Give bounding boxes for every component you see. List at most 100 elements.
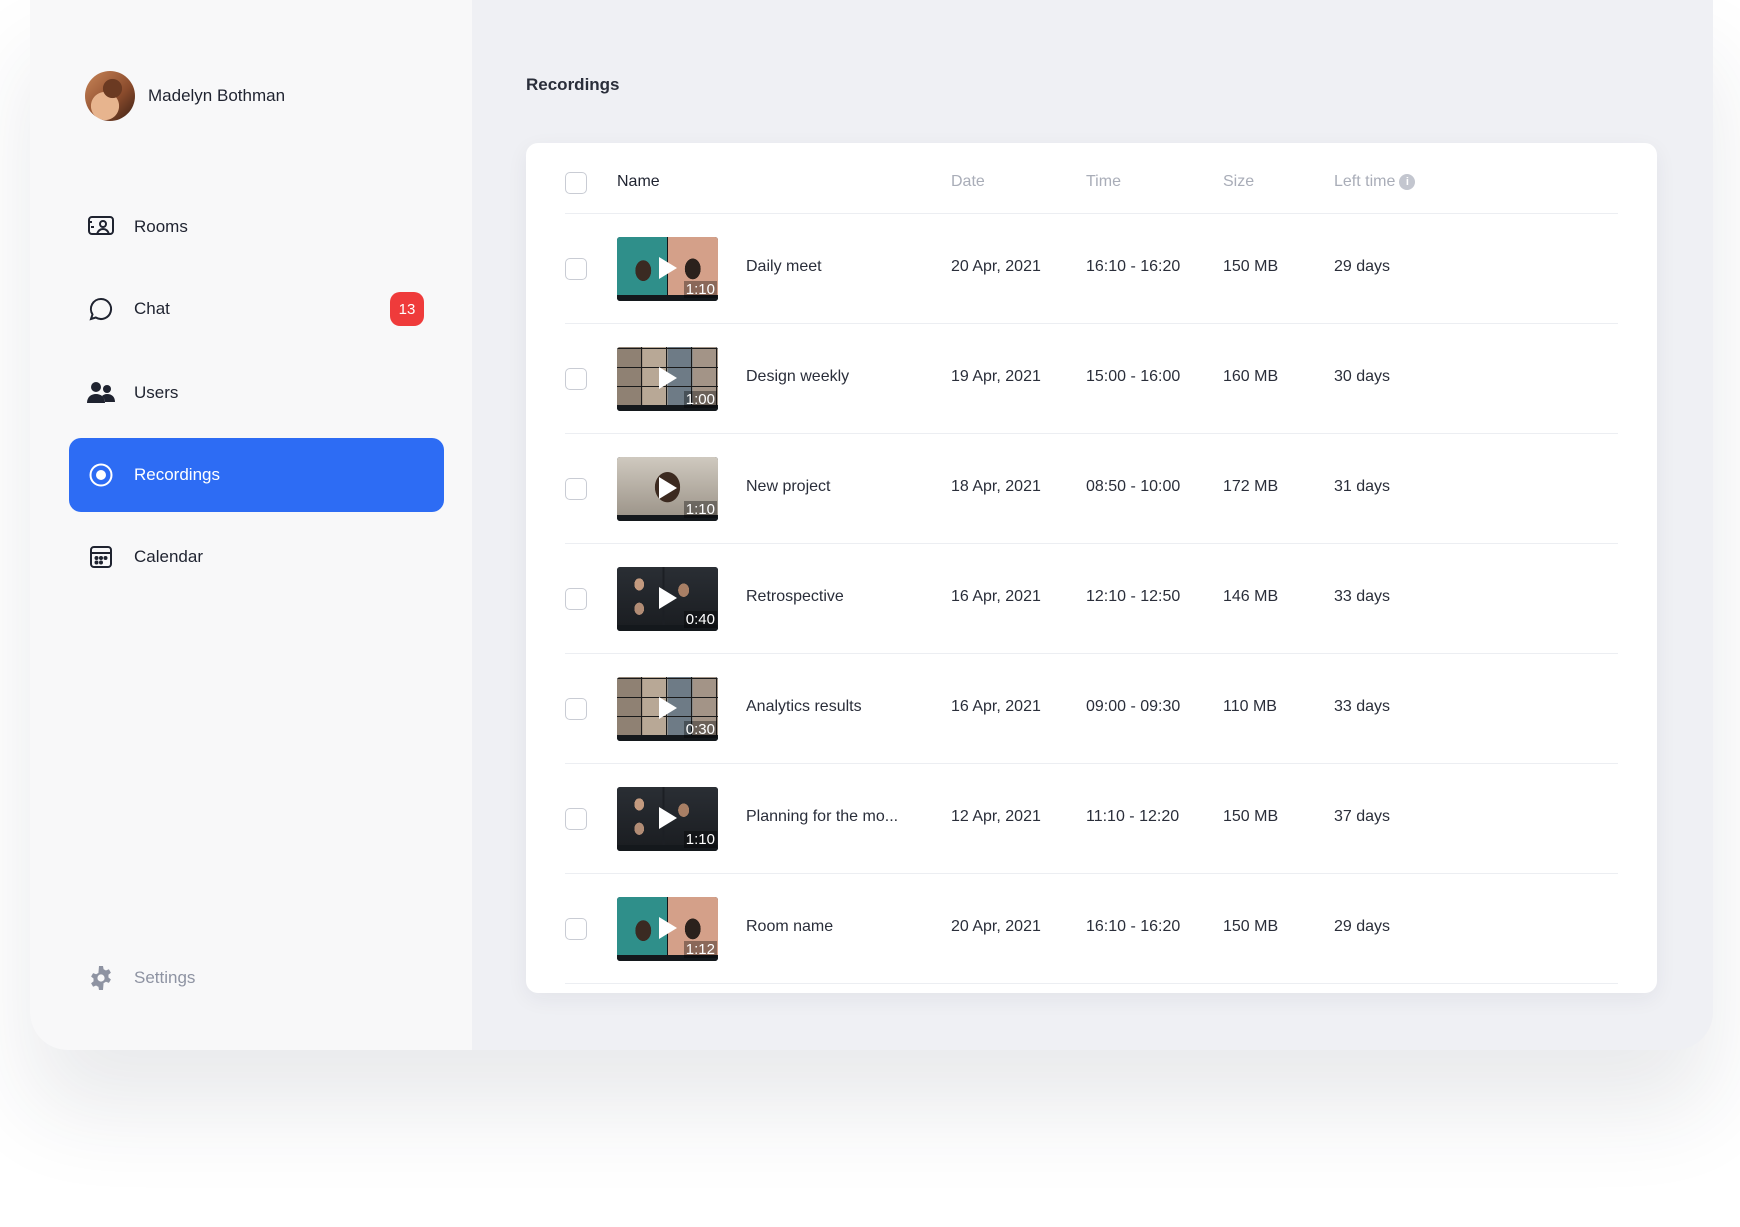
sidebar-item-label: Settings [134,968,196,987]
video-thumbnail[interactable]: 1:10 [617,787,718,851]
rooms-icon [86,212,116,242]
video-duration: 1:12 [683,941,717,958]
video-duration: 0:40 [683,611,717,628]
record-icon [86,460,116,490]
user-name: Madelyn Bothman [148,86,286,105]
recording-date: 16 Apr, 2021 [951,698,1041,715]
divider [565,983,1618,984]
video-thumbnail[interactable]: 0:40 [617,567,718,631]
sidebar: Madelyn Bothman Rooms Chat 13 Users Reco… [30,0,472,1050]
play-icon[interactable] [659,367,677,389]
table-row[interactable]: 1:10 Planning for the mo... 12 Apr, 2021 11… [526,764,1657,874]
recording-date: 19 Apr, 2021 [951,368,1041,385]
recording-time: 15:00 - 16:00 [1086,368,1181,385]
play-icon[interactable] [659,257,677,279]
video-thumbnail[interactable]: 0:30 [617,677,718,741]
recordings-table: Name Date Time Size Left time i 1:10 Dail… [526,143,1657,993]
recording-left-time: 31 days [1334,478,1391,495]
recording-name[interactable]: New project [746,478,830,496]
column-header-time[interactable]: Time [1086,173,1121,191]
recording-size: 110 MB [1223,698,1277,715]
video-duration: 1:00 [683,391,717,408]
recording-left-time: 33 days [1334,588,1391,605]
sidebar-item-label: Recordings [134,465,220,484]
recording-time: 08:50 - 10:00 [1086,478,1181,495]
video-duration: 0:30 [683,721,717,738]
info-icon[interactable]: i [1399,174,1416,190]
table-row[interactable]: 1:10 Daily meet 20 Apr, 2021 16:10 - 16:20 1… [526,214,1657,324]
sidebar-item-calendar[interactable]: Calendar [69,520,444,594]
play-icon[interactable] [659,807,677,829]
recording-date: 20 Apr, 2021 [951,258,1041,275]
sidebar-item-users[interactable]: Users [69,356,444,430]
video-thumbnail[interactable]: 1:10 [617,237,718,301]
row-checkbox[interactable] [565,258,587,280]
recording-size: 146 MB [1223,588,1279,605]
sidebar-item-label: Users [134,383,179,402]
sidebar-item-settings[interactable]: Settings [69,941,444,1015]
column-header-name[interactable]: Name [617,173,660,191]
column-header-date[interactable]: Date [951,173,985,191]
recording-time: 09:00 - 09:30 [1086,698,1181,715]
table-row[interactable]: 1:12 Room name 20 Apr, 2021 16:10 - 16:20 15… [526,874,1657,984]
user-profile[interactable]: Madelyn Bothman [85,71,285,121]
app-window: Madelyn Bothman Rooms Chat 13 Users Reco… [30,0,1713,1050]
recording-date: 18 Apr, 2021 [951,478,1041,495]
page-title: Recordings [526,75,620,94]
recording-name[interactable]: Analytics results [746,698,862,716]
recording-name[interactable]: Design weekly [746,368,849,386]
recording-date: 16 Apr, 2021 [951,588,1041,605]
recording-left-time: 29 days [1334,258,1391,275]
recording-name[interactable]: Planning for the mo... [746,808,898,826]
row-checkbox[interactable] [565,368,587,390]
recording-left-time: 29 days [1334,918,1391,935]
recording-left-time: 33 days [1334,698,1391,715]
row-checkbox[interactable] [565,918,587,940]
select-all-checkbox[interactable] [565,172,587,194]
recording-date: 12 Apr, 2021 [951,808,1041,825]
sidebar-item-recordings[interactable]: Recordings [69,438,444,512]
chat-icon [86,294,116,324]
video-thumbnail[interactable]: 1:00 [617,347,718,411]
row-checkbox[interactable] [565,588,587,610]
recording-name[interactable]: Room name [746,918,833,936]
gear-icon [86,963,116,993]
recording-date: 20 Apr, 2021 [951,918,1041,935]
column-header-left-time[interactable]: Left time i [1334,173,1416,191]
users-icon [86,378,116,408]
column-header-size[interactable]: Size [1223,173,1254,191]
row-checkbox[interactable] [565,808,587,830]
table-row[interactable]: 1:10 New project 18 Apr, 2021 08:50 - 10:00… [526,434,1657,544]
row-checkbox[interactable] [565,478,587,500]
recording-name[interactable]: Daily meet [746,258,822,276]
sidebar-item-label: Chat [134,299,170,318]
recording-size: 150 MB [1223,918,1279,935]
play-icon[interactable] [659,477,677,499]
play-icon[interactable] [659,587,677,609]
unread-badge: 13 [390,292,424,326]
table-row[interactable]: 0:30 Analytics results 16 Apr, 2021 09:00 -… [526,654,1657,764]
play-icon[interactable] [659,697,677,719]
video-duration: 1:10 [683,831,717,848]
recording-time: 12:10 - 12:50 [1086,588,1181,605]
play-icon[interactable] [659,917,677,939]
video-thumbnail[interactable]: 1:12 [617,897,718,961]
recording-name[interactable]: Retrospective [746,588,844,606]
avatar[interactable] [85,71,135,121]
recording-size: 160 MB [1223,368,1279,385]
column-header-label: Left time [1334,173,1396,190]
table-row[interactable]: 0:40 Retrospective 16 Apr, 2021 12:10 - 12:… [526,544,1657,654]
recording-size: 150 MB [1223,808,1279,825]
row-checkbox[interactable] [565,698,587,720]
recording-left-time: 37 days [1334,808,1391,825]
sidebar-item-rooms[interactable]: Rooms [69,190,444,264]
recording-left-time: 30 days [1334,368,1391,385]
video-duration: 1:10 [683,281,717,298]
sidebar-item-chat[interactable]: Chat 13 [69,272,444,346]
recording-time: 16:10 - 16:20 [1086,258,1181,275]
recording-size: 172 MB [1223,478,1279,495]
recording-time: 16:10 - 16:20 [1086,918,1181,935]
table-row[interactable]: 1:00 Design weekly 19 Apr, 2021 15:00 - 16:… [526,324,1657,434]
calendar-icon [86,542,116,572]
video-thumbnail[interactable]: 1:10 [617,457,718,521]
